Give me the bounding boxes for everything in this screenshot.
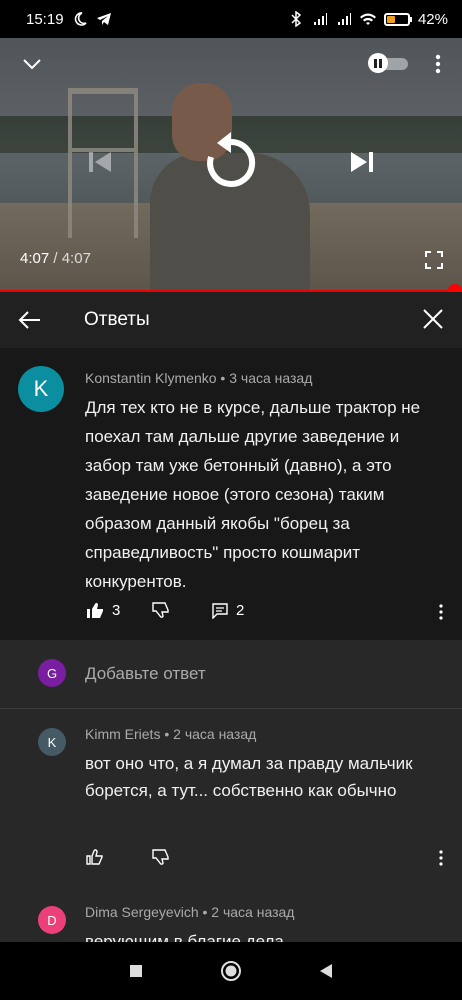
- meta-separator: •: [164, 726, 170, 742]
- bluetooth-icon: [291, 11, 302, 27]
- current-time: 4:07: [20, 250, 50, 267]
- moon-icon: [74, 12, 87, 26]
- battery-percent: 42%: [417, 10, 448, 28]
- system-nav-bar: [0, 942, 462, 1000]
- comment-time: 2 часа назад: [173, 726, 257, 742]
- next-icon[interactable]: [346, 146, 378, 178]
- replies-button[interactable]: 2: [212, 602, 244, 619]
- panel-title: Ответы: [84, 309, 150, 330]
- comment-time: 2 часа назад: [211, 904, 295, 920]
- comment-meta: Dima Sergeyevich • 2 часа назад: [85, 904, 294, 920]
- meta-separator: •: [220, 370, 226, 386]
- meta-separator: •: [202, 904, 208, 920]
- signal-icon: [337, 13, 351, 25]
- video-player[interactable]: 4:07 / 4:07: [0, 38, 462, 292]
- dislike-button[interactable]: [152, 602, 169, 618]
- more-vert-icon[interactable]: [436, 602, 446, 622]
- comment-text: Для тех кто не в курсе, дальше трактор н…: [85, 398, 421, 591]
- like-button[interactable]: [86, 849, 103, 865]
- comment-author[interactable]: Konstantin Klymenko: [85, 370, 217, 386]
- telegram-icon: [96, 13, 111, 25]
- status-time: 15:19: [26, 10, 64, 28]
- replies-panel: Ответы K Konstantin Klymenko • 3 часа на…: [0, 292, 462, 942]
- divider: [0, 708, 462, 709]
- more-vert-icon[interactable]: [426, 50, 450, 78]
- status-bar: 15:19 42%: [0, 0, 462, 38]
- avatar: G: [38, 659, 66, 687]
- add-reply-row[interactable]: [0, 640, 462, 708]
- avatar[interactable]: D: [38, 906, 66, 934]
- time-separator: /: [53, 250, 58, 267]
- more-vert-icon[interactable]: [436, 848, 446, 868]
- recents-icon[interactable]: [124, 959, 148, 983]
- comment-meta: Konstantin Klymenko • 3 часа назад: [85, 370, 312, 386]
- comment-text: верующим в благие дела: [85, 932, 284, 942]
- thumbs-down-icon: [152, 849, 169, 865]
- reply-icon: [212, 602, 228, 619]
- avatar[interactable]: K: [18, 366, 64, 412]
- parent-comment: K Konstantin Klymenko • 3 часа назад Для…: [0, 348, 462, 640]
- thumbs-up-icon: [86, 849, 103, 865]
- reply-count: 2: [236, 602, 245, 619]
- panel-header: Ответы: [0, 292, 462, 348]
- wifi-icon: [359, 13, 376, 25]
- replay-icon[interactable]: [198, 128, 264, 194]
- thumbs-up-icon: [87, 602, 103, 618]
- back-arrow-icon[interactable]: [16, 306, 44, 334]
- comment-author[interactable]: Dima Sergeyevich: [85, 904, 199, 920]
- playback-time: 4:07 / 4:07: [20, 250, 91, 267]
- home-icon[interactable]: [219, 959, 243, 983]
- comment-author[interactable]: Kimm Eriets: [85, 726, 160, 742]
- duration: 4:07: [61, 250, 91, 267]
- pause-toggle-icon[interactable]: [368, 53, 410, 73]
- fullscreen-icon[interactable]: [422, 248, 446, 272]
- avatar[interactable]: K: [38, 728, 66, 756]
- chevron-down-icon[interactable]: [18, 50, 46, 78]
- signal-icon: [313, 13, 327, 25]
- comment-meta: Kimm Eriets • 2 часа назад: [85, 726, 256, 742]
- add-reply-input[interactable]: Добавьте ответ: [85, 664, 206, 684]
- previous-icon[interactable]: [84, 146, 116, 178]
- comment-time: 3 часа назад: [229, 370, 313, 386]
- thumbs-down-icon: [152, 602, 169, 618]
- back-icon[interactable]: [314, 959, 338, 983]
- close-icon[interactable]: [420, 306, 448, 334]
- comment-text: вот оно что, а я думал за правду мальчик…: [85, 754, 413, 800]
- battery-icon: [383, 12, 412, 26]
- like-button[interactable]: 3: [86, 602, 120, 619]
- dislike-button[interactable]: [152, 849, 169, 865]
- like-count: 3: [112, 602, 121, 619]
